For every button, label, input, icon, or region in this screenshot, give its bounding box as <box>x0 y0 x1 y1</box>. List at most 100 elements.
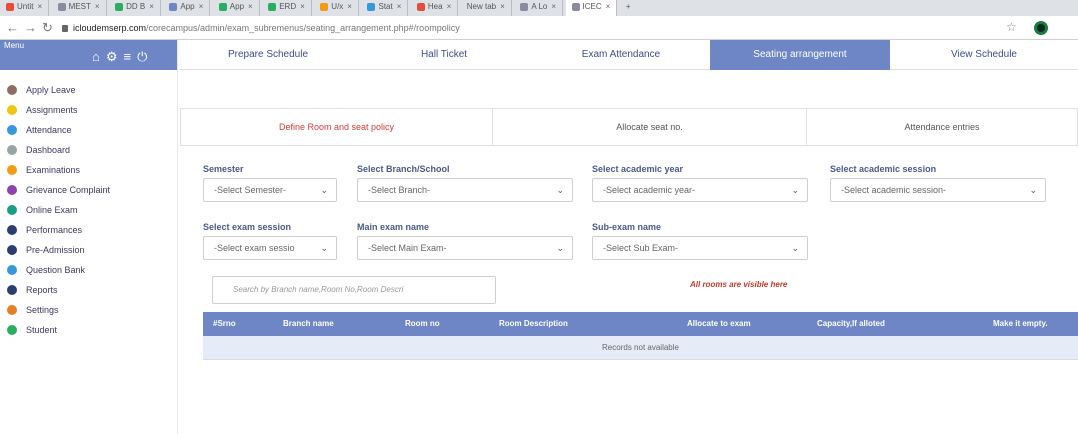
column-header-room-no[interactable]: Room no <box>405 312 440 336</box>
settings-icon <box>7 305 17 315</box>
sidebar-item-reports[interactable]: Reports <box>0 280 177 300</box>
semester-select[interactable]: -Select Semester- ⌄ <box>203 178 337 202</box>
browser-tab[interactable]: ERD × <box>262 0 312 16</box>
tab-favicon-icon <box>218 2 227 11</box>
subtab-define-room-policy[interactable]: Define Room and seat policy <box>181 109 493 145</box>
close-icon[interactable]: × <box>347 2 352 11</box>
subtab-allocate-seat[interactable]: Allocate seat no. <box>493 109 807 145</box>
tab-favicon-icon <box>367 2 376 11</box>
chevron-down-icon: ⌄ <box>320 185 328 195</box>
tab-favicon-icon <box>268 2 277 11</box>
close-icon[interactable]: × <box>95 2 100 11</box>
examinations-icon <box>7 165 17 175</box>
sidebar-item-performances[interactable]: Performances <box>0 220 177 240</box>
bookmark-star-icon[interactable]: ☆ <box>1006 20 1017 34</box>
academic-session-label: Select academic session <box>830 164 937 174</box>
academic-year-label: Select academic year <box>592 164 684 174</box>
close-icon[interactable]: × <box>37 2 42 11</box>
browser-tab[interactable]: Hea × <box>411 0 459 16</box>
exam-session-select[interactable]: -Select exam sessio ⌄ <box>203 236 337 260</box>
tab-favicon-icon <box>416 2 425 11</box>
room-search-input[interactable]: Search by Branch name,Room No,Room Descr… <box>212 276 496 304</box>
branch-label: Select Branch/School <box>357 164 450 174</box>
sidebar-item-grievance-complaint[interactable]: Grievance Complaint <box>0 180 177 200</box>
exam-session-label: Select exam session <box>203 222 292 232</box>
close-icon[interactable]: × <box>606 2 611 11</box>
student-icon <box>7 325 17 335</box>
lock-icon <box>62 25 68 33</box>
column-header-branch-name[interactable]: Branch name <box>283 312 334 336</box>
chevron-down-icon: ⌄ <box>791 243 799 253</box>
column-header-room-description[interactable]: Room Description <box>499 312 568 336</box>
question-bank-icon <box>7 265 17 275</box>
browser-tab[interactable]: Untit × <box>0 0 50 16</box>
close-icon[interactable]: × <box>397 2 402 11</box>
tab-seating-arrangement[interactable]: Seating arrangement <box>710 40 890 70</box>
academic-session-select[interactable]: -Select academic session- ⌄ <box>830 178 1046 202</box>
online-exam-icon <box>7 205 17 215</box>
sidebar-header: Menu ⌂⚙≡⏻ <box>0 40 177 70</box>
power-icon[interactable]: ⏻ <box>137 49 153 64</box>
close-icon[interactable]: × <box>551 2 556 11</box>
column-header-allocate-to-exam[interactable]: Allocate to exam <box>687 312 751 336</box>
main-exam-label: Main exam name <box>357 222 430 232</box>
browser-tab[interactable]: Stat × <box>361 0 409 16</box>
chevron-down-icon: ⌄ <box>556 243 564 253</box>
branch-select[interactable]: -Select Branch- ⌄ <box>357 178 573 202</box>
sidebar-item-apply-leave[interactable]: Apply Leave <box>0 80 177 100</box>
tab-hall-ticket[interactable]: Hall Ticket <box>356 40 532 70</box>
semester-label: Semester <box>203 164 244 174</box>
home-icon[interactable]: ⌂ <box>92 49 106 64</box>
dashboard-icon <box>7 145 17 155</box>
forward-arrow-icon[interactable]: → <box>24 20 37 36</box>
sidebar-item-attendance[interactable]: Attendance <box>0 120 177 140</box>
reload-icon[interactable]: ↻ <box>42 20 53 36</box>
settings-icon[interactable]: ⚙ <box>106 49 124 64</box>
sub-exam-select[interactable]: -Select Sub Exam- ⌄ <box>592 236 808 260</box>
profile-avatar[interactable] <box>1034 21 1048 35</box>
subtab-attendance-entries[interactable]: Attendance entries <box>807 109 1077 145</box>
url-field[interactable]: icloudemserp.com/corecampus/admin/exam_s… <box>62 20 460 36</box>
close-icon[interactable]: × <box>447 2 452 11</box>
browser-tab[interactable]: MEST × <box>52 0 107 16</box>
academic-year-select[interactable]: -Select academic year- ⌄ <box>592 178 808 202</box>
main-exam-select[interactable]: -Select Main Exam- ⌄ <box>357 236 573 260</box>
column-header-make-empty[interactable]: Make it empty. <box>993 312 1048 336</box>
tab-prepare-schedule[interactable]: Prepare Schedule <box>180 40 356 70</box>
browser-tab[interactable]: A Lo × <box>514 0 564 16</box>
browser-tab[interactable]: New tab × <box>461 0 512 16</box>
attendance-icon <box>7 125 17 135</box>
chevron-down-icon: ⌄ <box>320 243 328 253</box>
close-icon[interactable]: × <box>149 2 154 11</box>
browser-tab[interactable]: DD B × <box>109 0 161 16</box>
sidebar-item-question-bank[interactable]: Question Bank <box>0 260 177 280</box>
sidebar-item-dashboard[interactable]: Dashboard <box>0 140 177 160</box>
close-icon[interactable]: × <box>300 2 305 11</box>
performances-icon <box>7 225 17 235</box>
column-header-capacity[interactable]: Capacity,If alloted <box>817 312 885 336</box>
sidebar-item-student[interactable]: Student <box>0 320 177 340</box>
tab-view-schedule[interactable]: View Schedule <box>890 40 1078 70</box>
browser-tab-active[interactable]: ICEC × <box>565 0 618 16</box>
close-icon[interactable]: × <box>500 2 505 11</box>
sidebar-item-settings[interactable]: Settings <box>0 300 177 320</box>
browser-tab[interactable]: App × <box>213 0 260 16</box>
close-icon[interactable]: × <box>199 2 204 11</box>
new-tab-button[interactable]: + <box>620 0 637 16</box>
rooms-table-header: #Srno Branch name Room no Room Descripti… <box>203 312 1078 336</box>
list-icon[interactable]: ≡ <box>124 49 138 64</box>
browser-tab[interactable]: App × <box>163 0 211 16</box>
sidebar-item-pre-admission[interactable]: Pre-Admission <box>0 240 177 260</box>
column-header-srno[interactable]: #Srno <box>213 312 236 336</box>
leave-icon <box>7 85 17 95</box>
sidebar-item-online-exam[interactable]: Online Exam <box>0 200 177 220</box>
tab-exam-attendance[interactable]: Exam Attendance <box>532 40 710 70</box>
browser-tab[interactable]: U/x × <box>314 0 359 16</box>
table-empty-row: Records not available <box>203 336 1078 360</box>
back-arrow-icon[interactable]: ← <box>6 20 19 36</box>
assignments-icon <box>7 105 17 115</box>
close-icon[interactable]: × <box>248 2 253 11</box>
sidebar-item-assignments[interactable]: Assignments <box>0 100 177 120</box>
sidebar-item-examinations[interactable]: Examinations <box>0 160 177 180</box>
menu-label[interactable]: Menu <box>4 41 24 50</box>
